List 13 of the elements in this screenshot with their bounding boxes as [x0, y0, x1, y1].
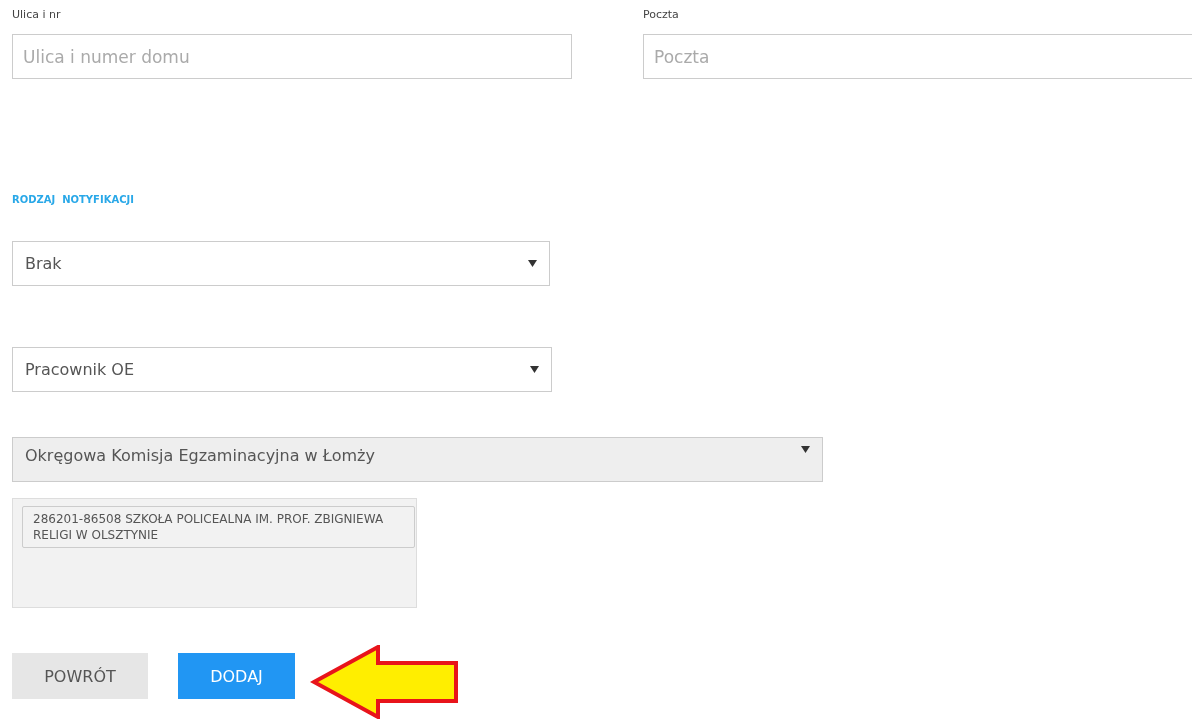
dropdown-caret-icon — [801, 446, 810, 453]
selected-item-chip[interactable]: 286201-86508 SZKOŁA POLICEALNA IM. PROF. ZBIGNIEWA RELIGI W OLSZTYNIE — [22, 506, 415, 548]
field-label: Poczta — [643, 8, 680, 22]
back-button[interactable]: POWRÓT — [12, 653, 148, 699]
input-field[interactable]: Ulica i numer domu — [12, 34, 572, 79]
field-label: Ulica i nr — [12, 8, 62, 22]
section-heading: RODZAJ NOTYFIKACJI — [12, 194, 135, 205]
dropdown-caret-icon — [530, 366, 539, 373]
input-field[interactable]: Poczta — [643, 34, 1192, 79]
select-dropdown[interactable]: Brak — [12, 241, 550, 286]
select-dropdown[interactable]: Pracownik OE — [12, 347, 552, 392]
arrow-icon — [310, 645, 460, 719]
dropdown-caret-icon — [528, 260, 537, 267]
